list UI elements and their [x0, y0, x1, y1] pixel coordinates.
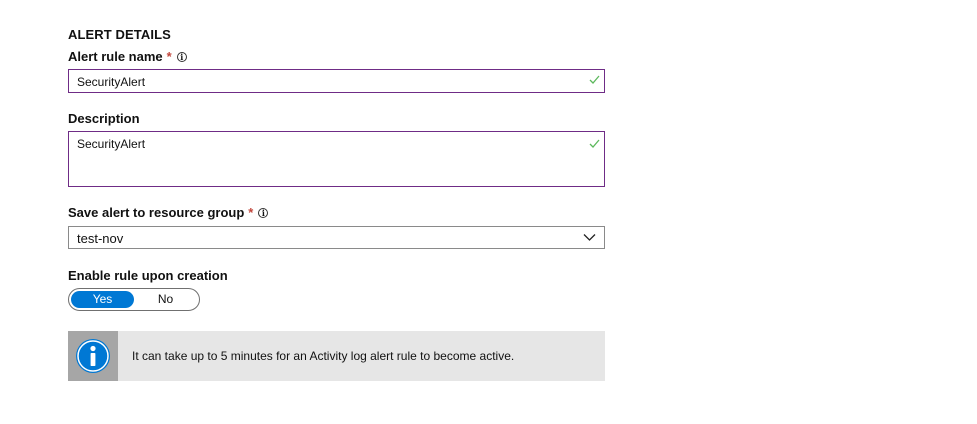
info-icon[interactable]: i	[258, 207, 269, 218]
enable-rule-toggle: Yes No	[68, 288, 200, 311]
resource-group-select[interactable]: test-nov	[68, 226, 605, 249]
notice-icon-strip	[68, 331, 118, 381]
alert-rule-name-value: SecurityAlert	[77, 75, 146, 89]
alert-rule-name-label-row: Alert rule name * i	[68, 49, 187, 64]
resource-group-label: Save alert to resource group	[68, 205, 245, 220]
description-textarea[interactable]: SecurityAlert	[68, 131, 605, 187]
required-asterisk: *	[248, 205, 254, 220]
notice-message: It can take up to 5 minutes for an Activ…	[132, 349, 515, 363]
alert-rule-name-input[interactable]: SecurityAlert	[68, 69, 605, 93]
toggle-option-no[interactable]: No	[134, 291, 197, 308]
checkmark-icon	[589, 75, 600, 84]
info-icon[interactable]: i	[176, 51, 187, 62]
required-asterisk: *	[166, 49, 172, 64]
enable-rule-label: Enable rule upon creation	[68, 268, 228, 283]
enable-rule-label-row: Enable rule upon creation	[68, 268, 228, 283]
description-label: Description	[68, 111, 140, 126]
section-title: ALERT DETAILS	[68, 27, 171, 42]
info-circle-icon	[76, 339, 110, 373]
description-value: SecurityAlert	[77, 137, 146, 151]
info-notice: It can take up to 5 minutes for an Activ…	[68, 331, 605, 381]
checkmark-icon	[589, 139, 600, 148]
resource-group-selected: test-nov	[77, 231, 124, 246]
alert-rule-name-label: Alert rule name	[68, 49, 163, 64]
chevron-down-icon	[583, 234, 596, 241]
description-label-row: Description	[68, 111, 140, 126]
toggle-option-yes[interactable]: Yes	[71, 291, 134, 308]
resource-group-label-row: Save alert to resource group * i	[68, 205, 269, 220]
alert-details-form: ALERT DETAILS Alert rule name * i Securi…	[0, 0, 977, 424]
